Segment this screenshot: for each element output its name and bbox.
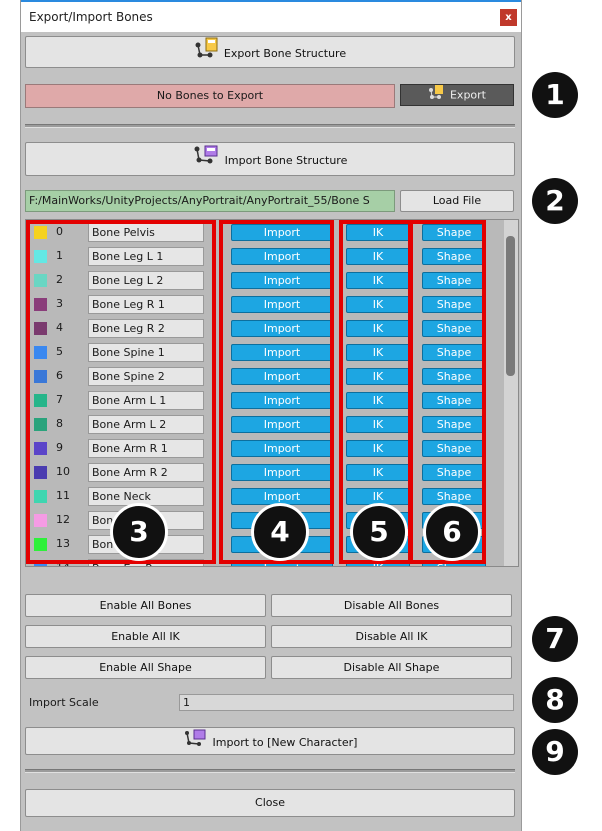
close-window-button[interactable]: x	[500, 9, 517, 26]
list-scrollbar[interactable]	[504, 220, 518, 566]
callout-2: 2	[532, 178, 578, 224]
load-file-button[interactable]: Load File	[400, 190, 514, 212]
import-bone-structure-button[interactable]: Import Bone Structure	[25, 142, 515, 176]
bone-import-icon	[193, 143, 219, 178]
bone-export-icon	[194, 37, 218, 71]
callout-8: 8	[532, 677, 578, 723]
export-import-window: Export/Import Bones x Export Bone Struct…	[20, 0, 522, 831]
disable-all-shape-button[interactable]: Disable All Shape	[271, 656, 512, 679]
window-title: Export/Import Bones	[29, 10, 153, 24]
callout-6: 6	[423, 503, 481, 561]
title-bar[interactable]: Export/Import Bones x	[21, 0, 521, 32]
scrollbar-thumb[interactable]	[506, 236, 515, 376]
import-character-icon	[183, 728, 207, 758]
close-button[interactable]: Close	[25, 789, 515, 817]
import-to-character-label: Import to [New Character]	[212, 736, 358, 749]
export-icon	[428, 85, 444, 106]
enable-all-bones-button[interactable]: Enable All Bones	[25, 594, 266, 617]
import-to-character-button[interactable]: Import to [New Character]	[25, 727, 515, 755]
callout-5: 5	[350, 503, 408, 561]
callout-4: 4	[251, 503, 309, 561]
separator	[25, 124, 515, 128]
enable-all-ik-button[interactable]: Enable All IK	[25, 625, 266, 648]
import-scale-label: Import Scale	[29, 696, 99, 709]
enable-all-shape-button[interactable]: Enable All Shape	[25, 656, 266, 679]
import-scale-input[interactable]: 1	[179, 694, 514, 711]
export-bone-structure-button[interactable]: Export Bone Structure	[25, 36, 515, 68]
file-path-field[interactable]: F:/MainWorks/UnityProjects/AnyPortrait/A…	[25, 190, 395, 212]
export-label: Export	[449, 88, 486, 102]
disable-all-bones-button[interactable]: Disable All Bones	[271, 594, 512, 617]
callout-9: 9	[532, 729, 578, 775]
export-button[interactable]: Export	[400, 84, 514, 106]
separator-bottom	[25, 769, 515, 773]
callout-1: 1	[532, 72, 578, 118]
export-bone-structure-label: Export Bone Structure	[223, 47, 347, 60]
no-bones-status: No Bones to Export	[25, 84, 395, 108]
disable-all-ik-button[interactable]: Disable All IK	[271, 625, 512, 648]
callout-3: 3	[110, 503, 168, 561]
callout-7: 7	[532, 616, 578, 662]
import-bone-structure-label: Import Bone Structure	[224, 153, 348, 167]
